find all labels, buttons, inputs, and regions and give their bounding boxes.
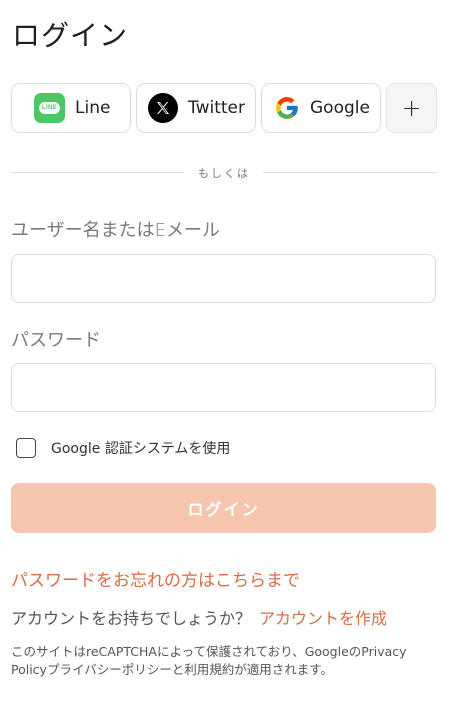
google-login-button[interactable]: Google xyxy=(261,83,381,133)
divider-line-right xyxy=(263,172,437,173)
signup-prompt: アカウントをお持ちでしょうか？ アカウントを作成 xyxy=(11,605,387,629)
forgot-password-link[interactable]: パスワードをお忘れの方はこちらまで xyxy=(11,566,300,591)
social-login-row: LINE Line Twitter Google + xyxy=(11,83,437,133)
twitter-login-label: Twitter xyxy=(188,98,245,118)
create-account-link[interactable]: アカウントを作成 xyxy=(259,609,387,628)
plus-icon: + xyxy=(401,94,422,122)
google-g-icon xyxy=(274,95,300,121)
x-logo-icon xyxy=(148,93,178,123)
google-auth-checkbox[interactable] xyxy=(16,438,36,458)
twitter-login-button[interactable]: Twitter xyxy=(136,83,256,133)
divider-text: もしくは xyxy=(198,167,250,180)
username-input[interactable] xyxy=(11,254,436,303)
line-login-label: Line xyxy=(75,98,111,118)
or-divider: もしくは xyxy=(11,164,437,180)
line-login-button[interactable]: LINE Line xyxy=(11,83,131,133)
page-title: ログイン xyxy=(12,19,129,52)
google-auth-label: Google 認証システムを使用 xyxy=(51,441,231,457)
password-label: パスワード xyxy=(11,330,101,351)
google-login-label: Google xyxy=(310,98,370,118)
password-input[interactable] xyxy=(11,363,436,412)
have-account-question: アカウントをお持ちでしょうか？ xyxy=(11,609,252,628)
username-label: ユーザー名またはEメール xyxy=(11,220,221,241)
google-auth-option: Google 認証システムを使用 xyxy=(16,437,230,459)
more-login-options-button[interactable]: + xyxy=(386,83,437,133)
recaptcha-notice: このサイトはreCAPTCHAによって保護されており、GoogleのPrivac… xyxy=(11,644,407,677)
line-icon-text: LINE xyxy=(39,102,60,114)
line-icon: LINE xyxy=(34,93,65,123)
login-button[interactable]: ログイン xyxy=(11,483,436,533)
